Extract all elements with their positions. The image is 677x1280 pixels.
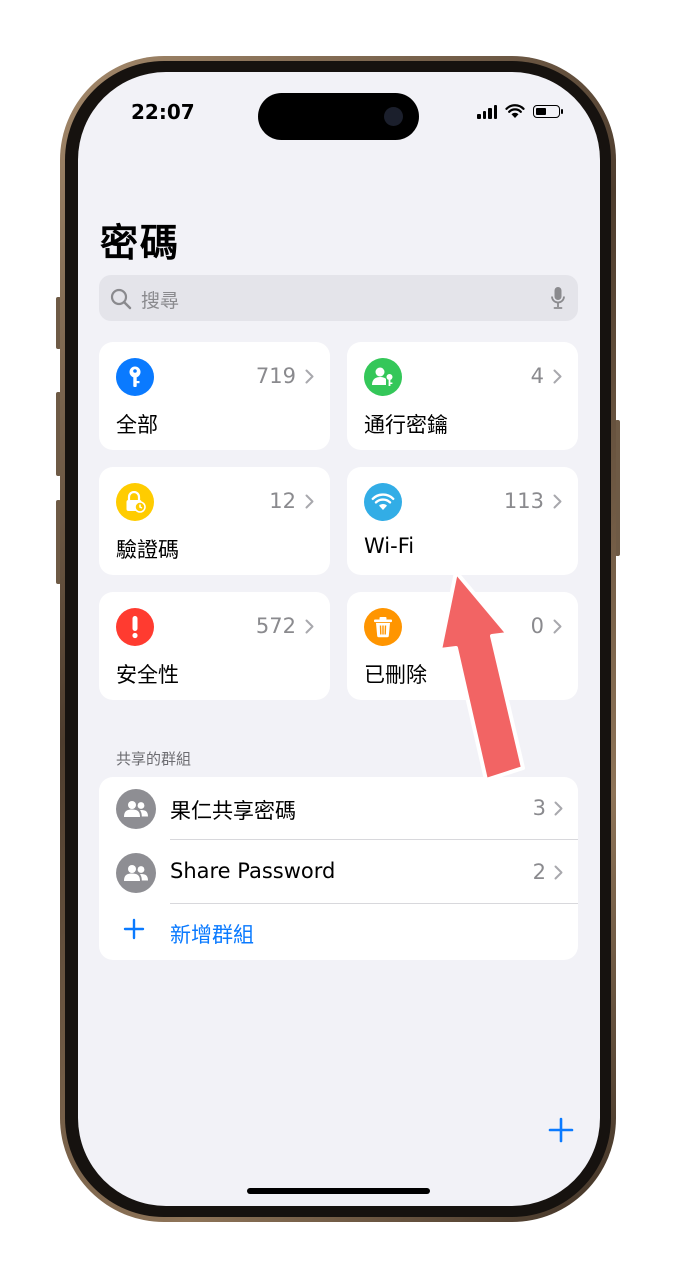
- chevron-right-icon: [554, 801, 563, 816]
- tile-label: 全部: [116, 413, 158, 437]
- new-password-plus-icon[interactable]: [548, 1117, 574, 1143]
- status-time: 22:07: [131, 100, 195, 124]
- tile-label: Wi-Fi: [364, 534, 415, 558]
- dynamic-island: [258, 93, 419, 140]
- exclamation-icon: [116, 608, 154, 646]
- home-indicator: [247, 1188, 430, 1194]
- screen: 22:07 密碼 搜尋 719 全部 4 通行密鑰 12 驗證碼 113 Wi-…: [78, 72, 600, 1206]
- microphone-icon[interactable]: [550, 286, 566, 310]
- group-row[interactable]: Share Password 2: [99, 841, 578, 904]
- people-icon: [116, 853, 156, 893]
- row-separator: [170, 839, 578, 840]
- tile-security[interactable]: 572 安全性: [99, 592, 330, 700]
- search-placeholder: 搜尋: [141, 290, 180, 312]
- page-title: 密碼: [100, 221, 181, 265]
- tile-label: 安全性: [116, 663, 179, 687]
- group-name: 果仁共享密碼: [170, 799, 296, 823]
- wifi-status-icon: [505, 104, 525, 118]
- row-separator: [170, 903, 578, 904]
- tile-count: 113: [503, 489, 544, 513]
- lock-clock-icon: [116, 483, 154, 521]
- tile-all[interactable]: 719 全部: [99, 342, 330, 450]
- shared-groups-header: 共享的群組: [116, 750, 192, 768]
- camera-icon: [384, 107, 403, 126]
- search-bar[interactable]: 搜尋: [99, 275, 578, 321]
- plus-icon: [123, 918, 145, 940]
- tile-label: 已刪除: [364, 663, 427, 687]
- tile-label: 驗證碼: [116, 538, 179, 562]
- tile-count: 4: [530, 364, 544, 388]
- key-icon: [116, 358, 154, 396]
- cellular-signal-icon: [477, 104, 497, 119]
- tile-count: 0: [530, 614, 544, 638]
- tile-label: 通行密鑰: [364, 413, 448, 437]
- tile-count: 12: [269, 489, 296, 513]
- group-name: Share Password: [170, 859, 336, 883]
- chevron-right-icon: [553, 619, 562, 634]
- tile-wifi[interactable]: 113 Wi-Fi: [347, 467, 578, 575]
- group-count: 2: [532, 860, 546, 884]
- tile-count: 719: [255, 364, 296, 388]
- chevron-right-icon: [305, 369, 314, 384]
- passkey-icon: [364, 358, 402, 396]
- add-group-label: 新增群組: [170, 923, 254, 947]
- status-icons: [477, 104, 563, 119]
- chevron-right-icon: [553, 369, 562, 384]
- shared-groups-list: 果仁共享密碼 3 Share Password 2 新增群組: [99, 777, 578, 960]
- tile-verification-codes[interactable]: 12 驗證碼: [99, 467, 330, 575]
- trash-icon: [364, 608, 402, 646]
- group-row[interactable]: 果仁共享密碼 3: [99, 777, 578, 840]
- battery-icon: [533, 105, 563, 118]
- search-icon: [110, 288, 132, 310]
- people-icon: [116, 789, 156, 829]
- tile-count: 572: [255, 614, 296, 638]
- chevron-right-icon: [305, 494, 314, 509]
- group-count: 3: [532, 796, 546, 820]
- chevron-right-icon: [553, 494, 562, 509]
- add-group-button[interactable]: 新增群組: [99, 905, 578, 960]
- chevron-right-icon: [554, 865, 563, 880]
- wifi-icon: [364, 483, 402, 521]
- tile-deleted[interactable]: 0 已刪除: [347, 592, 578, 700]
- chevron-right-icon: [305, 619, 314, 634]
- tile-passkeys[interactable]: 4 通行密鑰: [347, 342, 578, 450]
